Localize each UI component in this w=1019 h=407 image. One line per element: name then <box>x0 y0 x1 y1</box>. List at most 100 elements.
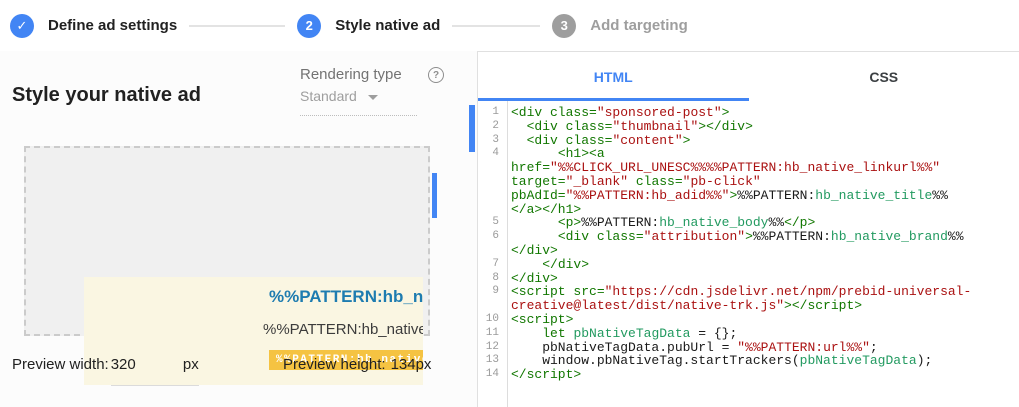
code-token <box>511 133 527 148</box>
code-token: ></div> <box>698 119 753 134</box>
stepper: ✓Define ad settings 2Style native ad 3 Add … <box>0 0 1019 51</box>
code-line: 9<script src="https://cdn.jsdelivr.net/n… <box>478 285 1019 299</box>
code-line-text: window.pbNativeTag.startTrackers(pbNativ… <box>507 354 932 368</box>
code-token: </a></h1> <box>511 202 581 217</box>
code-token: <div class= <box>558 229 644 244</box>
code-token: </div> <box>542 257 589 272</box>
stepper-step-style-native-ad[interactable]: 2Style native ad <box>297 14 440 38</box>
code-line: 10<script> <box>478 313 1019 327</box>
line-number: 14 <box>478 368 507 382</box>
rendering-type-underline <box>300 115 417 116</box>
code-token: "%%PATTERN:hb_adid%%" <box>566 188 730 203</box>
line-number <box>478 299 507 313</box>
code-line: </div> <box>478 244 1019 258</box>
code-line-text: <div class="thumbnail"></div> <box>507 120 753 134</box>
line-number: 11 <box>478 327 507 341</box>
line-number: 8 <box>478 272 507 286</box>
code-line: 3 <div class="content"> <box>478 134 1019 148</box>
rendering-type-select[interactable]: Standard <box>300 88 378 104</box>
preview-scrollbar[interactable] <box>432 173 437 218</box>
code-line: 1<div class="sponsored-post"> <box>478 106 1019 120</box>
code-token <box>628 174 636 189</box>
code-token: </div> <box>511 271 558 286</box>
line-number: 10 <box>478 313 507 327</box>
code-token <box>511 229 558 244</box>
stepper-connector <box>452 25 540 27</box>
preview-body: %%PATTERN:hb_native_body%% <box>263 321 423 338</box>
code-token: > <box>722 105 730 120</box>
line-number: 3 <box>478 134 507 148</box>
code-token <box>511 119 527 134</box>
code-line: 8 </div> <box>478 272 1019 286</box>
code-token: creative@latest/dist/native-trk.js" <box>511 298 784 313</box>
code-token: <p> <box>558 215 581 230</box>
code-token: pbNativeTagData <box>800 353 917 368</box>
code-line: 12 pbNativeTagData.pubUrl = "%%PATTERN:u… <box>478 341 1019 355</box>
stepper-step-add-targeting[interactable]: 3 Add targeting <box>552 14 688 38</box>
code-line-text: <script src="https://cdn.jsdelivr.net/np… <box>507 285 971 299</box>
line-number: 2 <box>478 120 507 134</box>
code-line-text: </div> <box>507 258 589 272</box>
ad-preview-area: %%PATTERN:hb_native_title%% %%PATTERN:hb… <box>24 146 430 336</box>
chevron-down-icon <box>368 95 378 100</box>
code-editor[interactable]: 1<div class="sponsored-post">2 <div clas… <box>478 101 1019 407</box>
code-token: %% <box>768 215 784 230</box>
code-line-text: </div> <box>507 244 558 258</box>
code-line: href="%%CLICK_URL_UNESC%%%%PATTERN:hb_na… <box>478 161 1019 175</box>
code-line: </a></h1> <box>478 203 1019 217</box>
code-token: hb_native_title <box>815 188 932 203</box>
line-number: 12 <box>478 341 507 355</box>
line-number: 5 <box>478 216 507 230</box>
code-token: > <box>745 229 753 244</box>
step-number: 3 <box>552 14 576 38</box>
code-token: > <box>683 133 691 148</box>
tab-label: HTML <box>594 69 633 85</box>
code-line-text: <div class="attribution">%%PATTERN:hb_na… <box>507 230 964 244</box>
check-icon: ✓ <box>10 14 34 38</box>
line-number: 13 <box>478 354 507 368</box>
rendering-type-label: Rendering type <box>300 66 402 83</box>
preview-height-value: 134px <box>391 356 432 373</box>
tab-css[interactable]: CSS <box>749 52 1019 101</box>
code-token: ); <box>917 353 933 368</box>
code-token: %%PATTERN: <box>581 215 659 230</box>
code-token: "pb-click" <box>683 174 761 189</box>
code-token: pbAdId= <box>511 188 566 203</box>
code-token: %%PATTERN: <box>737 188 815 203</box>
code-line-text: </div> <box>507 272 558 286</box>
code-line-text: pbAdId="%%PATTERN:hb_adid%%">%%PATTERN:h… <box>507 189 948 203</box>
line-number: 1 <box>478 106 507 120</box>
code-line-text: creative@latest/dist/native-trk.js"></sc… <box>507 299 862 313</box>
stepper-step-label: Add targeting <box>590 17 688 34</box>
code-token: = {}; <box>690 326 737 341</box>
code-token: </div> <box>511 243 558 258</box>
preview-width-input[interactable]: 320 px <box>111 356 199 386</box>
tab-html[interactable]: HTML <box>478 52 749 101</box>
code-token: hb_native_brand <box>831 229 948 244</box>
code-line-text: </a></h1> <box>507 203 581 217</box>
code-editor-panel: HTML CSS 1<div class="sponsored-post">2 <… <box>477 51 1019 407</box>
stepper-step-label: Style native ad <box>335 17 440 34</box>
code-token <box>511 257 542 272</box>
stepper-connector <box>189 25 285 27</box>
code-line: pbAdId="%%PATTERN:hb_adid%%">%%PATTERN:h… <box>478 189 1019 203</box>
code-token: <h1><a <box>558 146 605 161</box>
stepper-step-define-ad-settings[interactable]: ✓Define ad settings <box>10 14 177 38</box>
code-line: 2 <div class="thumbnail"></div> <box>478 120 1019 134</box>
help-icon[interactable]: ? <box>428 67 444 83</box>
code-token: ></script> <box>784 298 862 313</box>
left-pane-scrollbar[interactable] <box>469 105 475 152</box>
code-line: 13 window.pbNativeTag.startTrackers(pbNa… <box>478 354 1019 368</box>
code-line-text: <div class="content"> <box>507 134 690 148</box>
preview-height-label: Preview height: <box>283 356 386 373</box>
code-token: pbNativeTagData.pubUrl = <box>511 340 737 355</box>
left-panel: Style your native ad Rendering type ? St… <box>0 51 477 407</box>
preview-width-row: Preview width: 320 px <box>12 356 199 386</box>
code-token: <div class= <box>527 119 613 134</box>
code-token: target= <box>511 174 566 189</box>
code-token: </p> <box>784 215 815 230</box>
line-number <box>478 203 507 217</box>
code-line-text: pbNativeTagData.pubUrl = "%%PATTERN:url%… <box>507 341 878 355</box>
code-line-text: <div class="sponsored-post"> <box>507 106 729 120</box>
tab-label: CSS <box>869 69 898 85</box>
